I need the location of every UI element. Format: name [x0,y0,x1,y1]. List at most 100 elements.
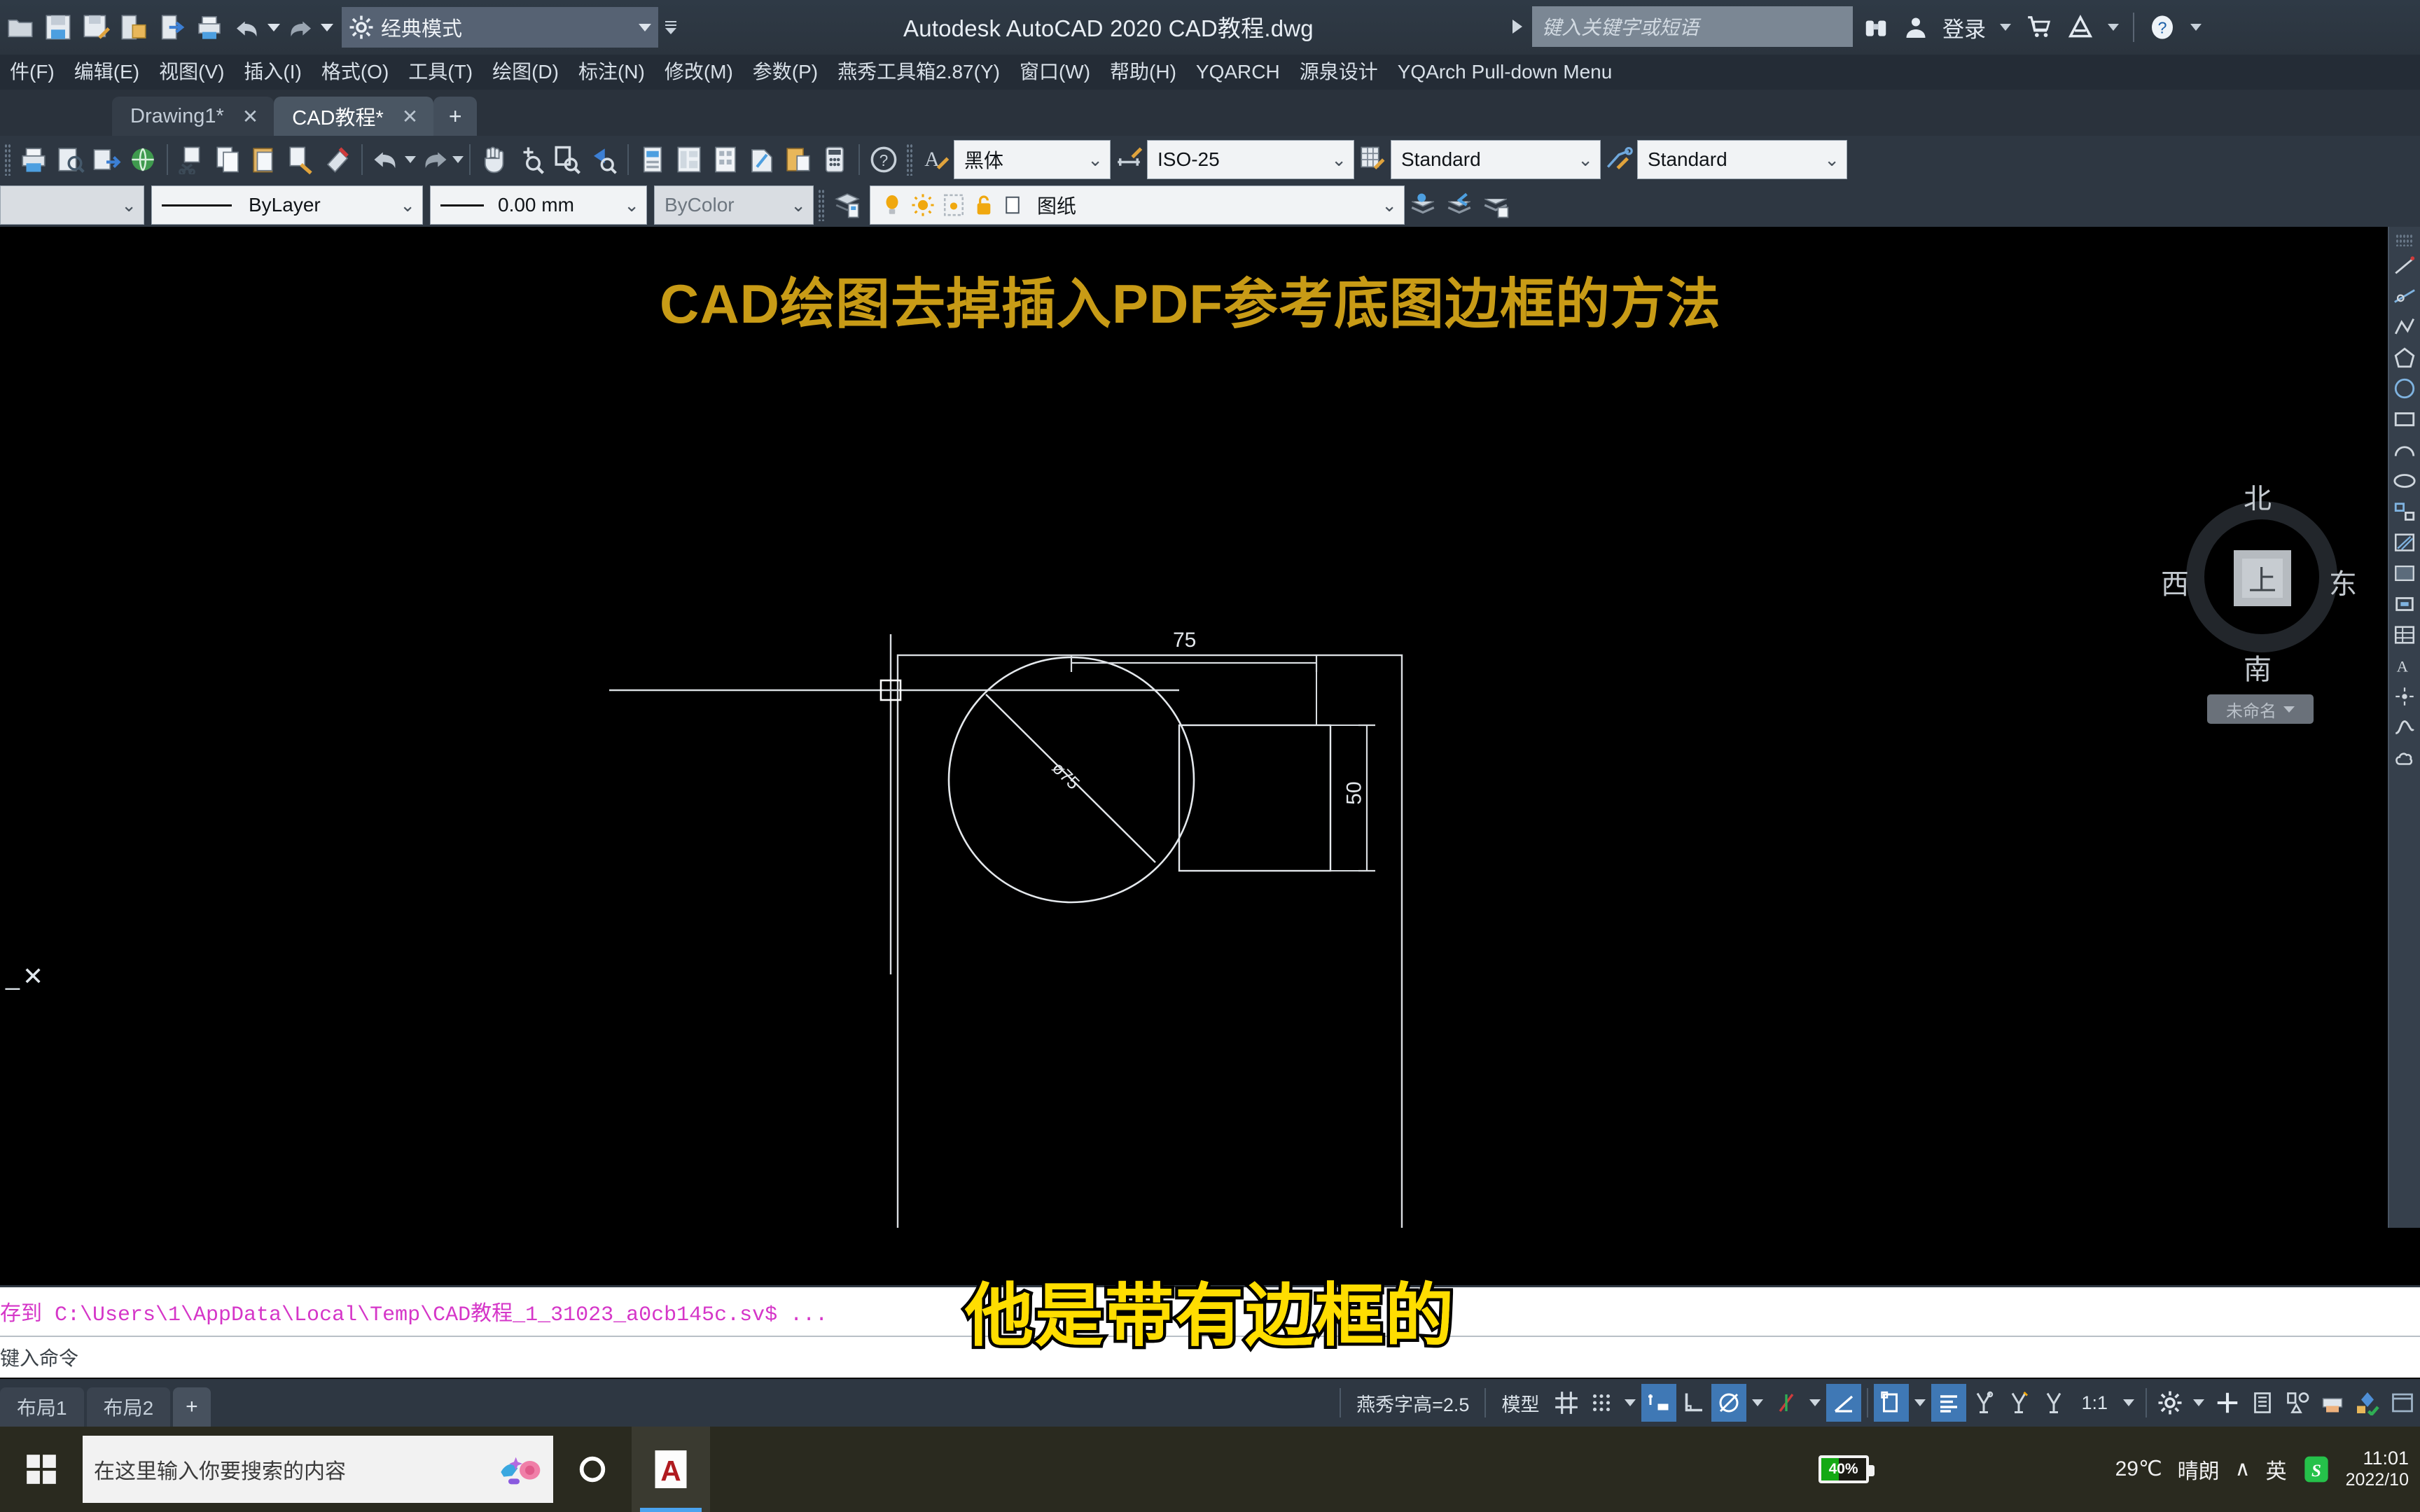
menu-item-parametric[interactable]: 参数(P) [743,55,828,90]
dim-style-dropdown[interactable]: ISO-25 ⌄ [1147,140,1354,179]
menu-item-edit[interactable]: 编辑(E) [64,55,149,90]
user-icon[interactable] [1903,15,1928,40]
region-icon[interactable] [2393,592,2416,616]
polar-caret-icon[interactable] [1752,1399,1764,1406]
textstyle-icon[interactable]: A [917,139,954,180]
weather-temperature[interactable]: 29℃ [2115,1457,2162,1481]
redo-icon[interactable] [416,139,452,180]
cortana-icon[interactable] [553,1427,632,1512]
point-icon[interactable] [2393,685,2416,708]
infer-constraints-icon[interactable] [1641,1384,1677,1422]
autodesk-icon[interactable] [2067,14,2094,41]
selection-cycling-icon[interactable] [1966,1384,2001,1422]
hardware-acceleration-icon[interactable] [2350,1384,2385,1422]
view-compass[interactable]: 上 北 南 西 东 未命名 [2157,472,2367,724]
autodesk-caret-icon[interactable] [2108,24,2119,31]
chevron-down-icon[interactable] [2283,706,2295,713]
signin-label[interactable]: 登录 [1942,12,1986,43]
freeze-icon[interactable] [942,193,966,217]
menu-item-help[interactable]: 帮助(H) [1100,55,1186,90]
undo-caret-icon[interactable] [405,156,416,163]
clean-screen-icon[interactable] [2385,1384,2420,1422]
help-icon[interactable]: ? [865,139,902,180]
tablestyle-icon[interactable] [1354,139,1391,180]
redo-caret-icon[interactable] [452,156,464,163]
plot-preview-icon[interactable] [52,139,88,180]
plotstyle-dropdown[interactable]: ByColor ⌄ [654,186,814,225]
chevron-down-icon[interactable]: ⌄ [1087,149,1103,171]
layer-previous-icon[interactable] [1405,185,1441,225]
start-button-icon[interactable] [0,1427,83,1512]
lightbulb-icon[interactable] [880,193,904,217]
print-icon[interactable] [15,139,52,180]
chevron-down-icon[interactable]: ⌄ [1578,149,1593,171]
undo-icon[interactable] [230,7,265,48]
toolbar-grip[interactable] [4,144,11,176]
ortho-icon[interactable] [1676,1384,1711,1422]
cut-icon[interactable] [174,139,210,180]
annotation-scale-value[interactable]: 1:1 [2071,1392,2118,1414]
chevron-down-icon[interactable]: ⌄ [624,195,639,216]
saveas-icon[interactable] [78,7,113,48]
snap-caret-icon[interactable] [1625,1399,1636,1406]
unlock-icon[interactable] [973,193,995,217]
chevron-down-icon[interactable]: ⌄ [1331,149,1347,171]
table-style-dropdown[interactable]: Standard ⌄ [1391,140,1601,179]
menu-item-draw[interactable]: 绘图(D) [482,55,569,90]
customize-icon[interactable] [2245,1384,2280,1422]
pan-icon[interactable] [476,139,513,180]
qat-overflow-button[interactable] [665,20,676,34]
lineweight-dropdown[interactable]: 0.00 mm ⌄ [430,186,647,225]
menu-item-yanxiu-toolbox[interactable]: 燕秀工具箱2.87(Y) [828,55,1010,90]
close-icon[interactable]: ✕ [242,105,258,128]
zoom-window-icon[interactable] [549,139,585,180]
layout-tab-2[interactable]: 布局2 [86,1387,171,1427]
mleaderstyle-icon[interactable] [1601,139,1637,180]
ellipse-icon[interactable] [2393,469,2416,493]
copy-icon[interactable] [210,139,246,180]
battery-icon[interactable]: 40% [1818,1455,1875,1483]
isolate-objects-icon[interactable] [2280,1384,2315,1422]
lineweight-icon[interactable] [1874,1384,1910,1422]
chevron-down-icon[interactable]: ⌄ [1824,149,1840,171]
new-document-tab-button[interactable]: + [433,97,478,136]
paste-icon[interactable] [246,139,283,180]
rectangle-icon[interactable] [2393,407,2416,431]
annotation-scale-sync-icon[interactable] [2036,1384,2071,1422]
named-view-dropdown[interactable]: 未命名 [2207,694,2314,724]
autocad-icon[interactable]: A [632,1427,710,1512]
layout-tab-1[interactable]: 布局1 [0,1387,84,1427]
line-icon[interactable] [2393,253,2416,277]
sogou-icon[interactable]: S [2302,1454,2330,1485]
mleader-style-dropdown[interactable]: Standard ⌄ [1637,140,1847,179]
layer-properties-icon[interactable] [829,185,865,225]
multiline-text-icon[interactable]: A [2393,654,2416,678]
close-icon[interactable]: ✕ [402,105,418,128]
plot-icon[interactable] [192,7,227,48]
tray-expand-chevron-icon[interactable]: ∧ [2235,1457,2251,1481]
zoom-icon[interactable] [513,139,549,180]
document-tab-cad-tutorial[interactable]: CAD教程* ✕ [274,97,434,136]
document-tab-drawing1[interactable]: Drawing1* ✕ [112,97,274,136]
menu-item-insert[interactable]: 插入(I) [234,55,311,90]
export-icon[interactable] [154,7,189,48]
circle-icon[interactable] [2393,377,2416,400]
drawing-canvas[interactable]: CAD绘图去掉插入PDF参考底图边框的方法 75 50 ø75 上 北 南 西 … [0,227,2420,1228]
transparency-icon[interactable] [1931,1384,1967,1422]
scale-caret-icon[interactable] [2123,1399,2134,1406]
menu-item-dimension[interactable]: 标注(N) [569,55,655,90]
viewcube-top-face[interactable]: 上 [2234,550,2291,606]
help-icon[interactable]: ? [2148,13,2176,41]
zoom-previous-icon[interactable] [585,139,622,180]
saveas-folder-icon[interactable] [116,7,151,48]
plot-preview-status-icon[interactable] [2315,1384,2350,1422]
grid-icon[interactable] [1549,1384,1584,1422]
block-insert-icon[interactable] [2393,500,2416,524]
revision-cloud-icon[interactable] [2393,746,2416,770]
binoculars-icon[interactable] [1863,14,1889,41]
search-input[interactable]: 键入关键字或短语 [1532,6,1853,47]
table-icon[interactable] [2393,623,2416,647]
dimstyle-icon[interactable] [1111,139,1147,180]
polar-icon[interactable] [1711,1384,1747,1422]
chevron-down-icon[interactable]: ⌄ [1382,195,1397,216]
